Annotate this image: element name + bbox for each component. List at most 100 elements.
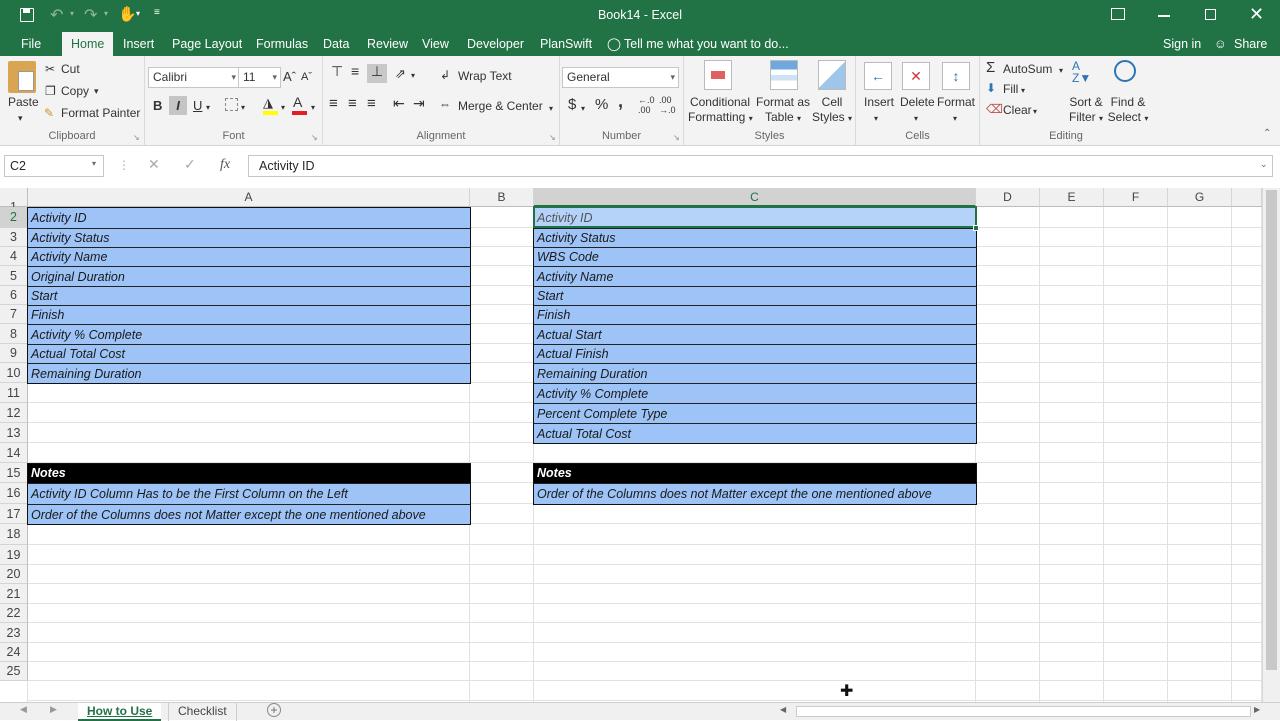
- paste-dropdown-icon[interactable]: ▾: [18, 111, 23, 126]
- conditional-formatting-icon[interactable]: [704, 60, 732, 90]
- underline-dropdown-icon[interactable]: ▾: [206, 100, 210, 115]
- copy-button[interactable]: Copy: [61, 84, 89, 99]
- tab-insert[interactable]: Insert: [123, 32, 154, 56]
- autosum-dropdown-icon[interactable]: ▾: [1059, 63, 1063, 78]
- row-header-5[interactable]: 5: [0, 266, 28, 286]
- copy-columns-table-row[interactable]: Activity % Complete: [28, 324, 470, 344]
- new-sheet-icon[interactable]: +: [267, 703, 281, 717]
- close-icon[interactable]: ✕: [1249, 4, 1264, 25]
- row-header-25[interactable]: 25: [0, 662, 28, 681]
- row-header-24[interactable]: 24: [0, 643, 28, 662]
- row-header-8[interactable]: 8: [0, 324, 28, 344]
- tab-developer[interactable]: Developer: [467, 32, 524, 56]
- row-header-14[interactable]: 14: [0, 443, 28, 463]
- row-header-2[interactable]: 2: [0, 207, 28, 228]
- row-header-21[interactable]: 21: [0, 584, 28, 604]
- format-as-table-icon[interactable]: [770, 60, 798, 90]
- export-columns-table-row[interactable]: Actual Finish: [534, 344, 976, 363]
- orientation-icon[interactable]: ⇗: [395, 66, 406, 81]
- expand-formula-icon[interactable]: ⌄: [1260, 159, 1268, 170]
- notes-left-table-header[interactable]: Notes: [28, 463, 470, 483]
- decrease-decimal-icon[interactable]: .00 →.0: [659, 95, 676, 115]
- cut-button[interactable]: Cut: [61, 62, 80, 77]
- minimize-icon[interactable]: [1158, 15, 1170, 17]
- ribbon-display-options-icon[interactable]: [1111, 8, 1125, 20]
- copy-dropdown-icon[interactable]: ▾: [94, 84, 99, 99]
- row-header-13[interactable]: 13: [0, 423, 28, 443]
- font-color-icon[interactable]: A: [292, 95, 307, 115]
- name-box[interactable]: C2: [4, 155, 104, 177]
- delete-cells-button[interactable]: Delete: [900, 95, 935, 110]
- cancel-entry-icon[interactable]: ✕: [148, 156, 160, 173]
- merge-dropdown-icon[interactable]: ▾: [549, 101, 553, 116]
- row-header-12[interactable]: 12: [0, 403, 28, 423]
- merge-center-button[interactable]: Merge & Center: [458, 99, 543, 114]
- copy-columns-table-row[interactable]: Finish: [28, 305, 470, 324]
- tell-me-box[interactable]: Tell me what you want to do...: [624, 32, 789, 56]
- fill-color-icon[interactable]: ◮: [263, 95, 278, 115]
- row-header-16[interactable]: 16: [0, 483, 28, 504]
- increase-decimal-icon[interactable]: ←.0.00: [638, 95, 655, 115]
- sheet-tab-how-to-use[interactable]: How to Use: [78, 703, 162, 721]
- column-header-c[interactable]: C: [534, 188, 976, 207]
- worksheet-grid[interactable]: ABCDEFG123456789101112131415161718192021…: [0, 188, 1262, 702]
- column-header-overflow[interactable]: [1232, 188, 1262, 207]
- sort-filter-icon[interactable]: A Z▼: [1072, 60, 1091, 84]
- notes-right-table-header[interactable]: Notes: [534, 463, 976, 483]
- row-header-11[interactable]: 11: [0, 383, 28, 403]
- copy-columns-table-row[interactable]: Remaining Duration: [28, 363, 470, 383]
- align-right-icon[interactable]: ≡: [367, 96, 376, 111]
- formula-input[interactable]: Activity ID: [248, 155, 1273, 177]
- horizontal-scrollbar[interactable]: [796, 706, 1251, 717]
- export-columns-table-row[interactable]: WBS Code: [534, 247, 976, 266]
- row-header-22[interactable]: 22: [0, 604, 28, 623]
- collapse-ribbon-icon[interactable]: ⌃: [1263, 126, 1271, 141]
- fill-color-dropdown-icon[interactable]: ▾: [281, 100, 285, 115]
- copy-columns-table-row[interactable]: Activity ID: [28, 207, 470, 228]
- confirm-entry-icon[interactable]: ✓: [184, 156, 196, 173]
- fill-dropdown-icon[interactable]: ▾: [1021, 83, 1025, 98]
- align-left-icon[interactable]: ≡: [329, 96, 338, 111]
- wrap-text-button[interactable]: Wrap Text: [458, 69, 512, 84]
- find-select-label[interactable]: Find & Select ▾: [1106, 95, 1150, 126]
- row-header-6[interactable]: 6: [0, 286, 28, 305]
- tab-page-layout[interactable]: Page Layout: [172, 32, 242, 56]
- orientation-dropdown-icon[interactable]: ▾: [411, 68, 415, 83]
- delete-cells-icon[interactable]: ✕: [902, 62, 930, 90]
- currency-button[interactable]: $: [568, 97, 576, 112]
- row-header-23[interactable]: 23: [0, 623, 28, 643]
- row-header-15[interactable]: 15: [0, 463, 28, 483]
- conditional-formatting-label[interactable]: Conditional Formatting ▾: [688, 95, 753, 126]
- clear-button[interactable]: Clear: [1003, 103, 1032, 118]
- align-bottom-icon[interactable]: ⊥: [367, 64, 387, 83]
- format-as-table-label[interactable]: Format as Table ▾: [754, 95, 812, 126]
- scroll-sheets-right-icon[interactable]: ▶: [50, 704, 57, 715]
- fill-button[interactable]: Fill: [1003, 82, 1018, 97]
- horizontal-scroll-right-icon[interactable]: ▶: [1254, 705, 1260, 714]
- increase-indent-icon[interactable]: ⇥: [413, 96, 425, 111]
- row-header-17[interactable]: 17: [0, 504, 28, 524]
- notes-right-table-row[interactable]: Order of the Columns does not Matter exc…: [534, 483, 976, 504]
- sheet-tab-checklist[interactable]: Checklist: [168, 703, 237, 721]
- copy-columns-table-row[interactable]: Original Duration: [28, 266, 470, 286]
- row-header-20[interactable]: 20: [0, 565, 28, 584]
- find-select-icon[interactable]: [1114, 60, 1136, 82]
- font-size-select[interactable]: 11: [238, 67, 281, 88]
- copy-columns-table-row[interactable]: Start: [28, 286, 470, 305]
- paste-label[interactable]: Paste: [8, 95, 39, 110]
- borders-dropdown-icon[interactable]: ▾: [241, 100, 245, 115]
- notes-left-table-row[interactable]: Activity ID Column Has to be the First C…: [28, 483, 470, 504]
- format-cells-button[interactable]: Format: [937, 95, 975, 110]
- align-middle-icon[interactable]: ≡: [351, 64, 359, 79]
- export-columns-table-row[interactable]: Activity Name: [534, 266, 976, 286]
- clear-dropdown-icon[interactable]: ▾: [1033, 104, 1037, 119]
- insert-cells-icon[interactable]: ←: [864, 62, 892, 90]
- column-header-g[interactable]: G: [1168, 188, 1232, 207]
- insert-cells-button[interactable]: Insert: [864, 95, 894, 110]
- name-box-dropdown-icon[interactable]: ▾: [92, 159, 96, 168]
- fill-handle[interactable]: [973, 225, 979, 231]
- export-columns-table-row[interactable]: Actual Total Cost: [534, 423, 976, 443]
- font-color-dropdown-icon[interactable]: ▾: [311, 100, 315, 115]
- row-header-4[interactable]: 4: [0, 247, 28, 266]
- sign-in-link[interactable]: Sign in: [1163, 32, 1201, 56]
